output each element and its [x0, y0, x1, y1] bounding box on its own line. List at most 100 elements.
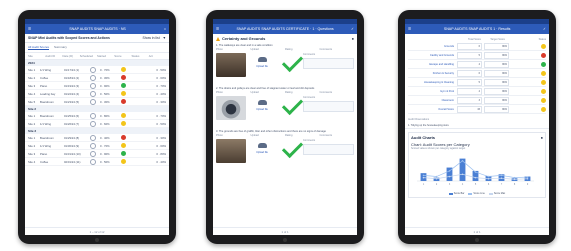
upload-link[interactable]: Upload file [256, 65, 268, 68]
table-row[interactable]: Site 1 1/1 Wing 01/17/24 (1) 0 · 70% 0 · 50% [25, 66, 169, 74]
table-row[interactable]: Site 5 Boardroom 01/23/24 (5) 0 · 30% 0 · 30… [25, 98, 169, 106]
cell-scheduled [88, 142, 98, 149]
series-2-point-4[interactable] [461, 173, 464, 176]
section-title: Certainty and Grounds [222, 36, 266, 41]
series-1-point-2[interactable] [435, 175, 438, 178]
col-act[interactable]: Act [149, 54, 166, 58]
status-dot [541, 61, 546, 67]
legend-item[interactable]: Score Line [468, 192, 485, 195]
table-row[interactable]: Site 4 Loading bay 01/22/24 (4) 0 · 50% 0 · … [25, 90, 169, 98]
result-target: 80% [484, 87, 509, 95]
upload-link[interactable]: Upload file [256, 151, 268, 154]
rating-pass[interactable] [278, 136, 304, 159]
cell-status [118, 67, 128, 72]
series-1-point-8[interactable] [513, 176, 516, 179]
cell-audit-id: Coffee [40, 75, 49, 80]
observations-heading: Audit Observations [408, 118, 430, 121]
series-2-point-9[interactable] [526, 177, 529, 180]
filter-icon[interactable]: ▼ [163, 36, 166, 40]
comment-label: Comments [303, 53, 316, 56]
home-icon[interactable]: ⌂ [164, 24, 166, 34]
table-row[interactable]: Site 3 Piano 01/19/24 (3) 0 · 90% 0 · 70% [25, 82, 169, 90]
check-icon[interactable]: ✓ [543, 24, 546, 34]
col-date[interactable]: Date (D) [63, 54, 80, 58]
legend-item[interactable]: Score Bar [448, 192, 464, 195]
rating-pass[interactable] [278, 93, 304, 116]
results-row: Facility and Grounds 5 80% [408, 51, 546, 60]
legend-item[interactable]: Score Max [488, 192, 505, 195]
series-1-point-4[interactable] [461, 160, 464, 162]
series-1-point-6[interactable] [487, 175, 490, 178]
series-1-point-5[interactable] [474, 171, 477, 173]
series-2-point-3[interactable] [448, 175, 451, 178]
table-row[interactable]: Site 1 Boardroom 01/25/24 (6) 0 · 80% 0 · 70… [25, 112, 169, 120]
cell-status [118, 159, 128, 164]
cell-audit-id: 1/1 Wing [40, 121, 52, 126]
table-row[interactable]: Site 3 Piano 01/31/24 (10) 0 · 90% 0 · 80% [25, 150, 169, 158]
col-status[interactable]: Status [132, 54, 149, 58]
table-row[interactable]: Site 2 1/1 Wing 01/30/24 (9) 0 · 70% 0 · 60% [25, 142, 169, 150]
cloud-upload-icon[interactable] [257, 143, 267, 148]
series-2-point-8[interactable] [513, 178, 516, 181]
col-site[interactable]: Site [28, 54, 45, 58]
pager-text: 1 of 1 [473, 229, 481, 234]
col-started[interactable]: Started [97, 54, 114, 58]
upload-area[interactable]: Upload file [249, 96, 275, 111]
bar-4[interactable] [459, 158, 466, 181]
cell-act: 0 · 30% [156, 99, 166, 104]
col-audit-id[interactable]: Audit ID [45, 54, 62, 58]
cell-act: 0 · 60% [156, 75, 166, 80]
series-1-point-9[interactable] [526, 176, 529, 178]
col-score[interactable]: Score [114, 54, 131, 58]
tab-summary[interactable]: Summary [54, 45, 67, 50]
info-icon[interactable]: ● [352, 36, 354, 41]
cell-act: 0 · 40% [156, 91, 166, 96]
rating-pass[interactable] [278, 50, 304, 73]
question-photo[interactable] [216, 139, 246, 163]
comment-input[interactable] [303, 144, 354, 155]
info-icon[interactable]: ● [541, 135, 543, 140]
cloud-upload-icon[interactable] [257, 57, 267, 62]
comment-input[interactable] [303, 101, 354, 112]
table-row[interactable]: Site 2 Coffee 01/18/24 (2) 0 · 30% 0 · 60% [25, 74, 169, 82]
comment-input[interactable] [303, 58, 354, 69]
col-scheduled[interactable]: Scheduled [80, 54, 97, 58]
cell-status [118, 75, 128, 80]
result-target: 80% [484, 51, 509, 59]
series-1-point-1[interactable] [422, 174, 425, 177]
tablet-3-screen: ☰ SNAP AUDITS SNAP AUDITS 1 · Results ✓ … [405, 19, 549, 235]
question-photo[interactable] [216, 96, 246, 120]
cloud-upload-icon[interactable] [257, 100, 267, 105]
cell-date: 01/22/24 (4) [64, 91, 80, 96]
filter-label[interactable]: Show in list [142, 36, 159, 40]
table-row[interactable]: Site 2 1/1 Wing 01/26/24 (7) 0 · 60% 0 · 50% [25, 120, 169, 128]
menu-icon[interactable]: ☰ [28, 24, 31, 34]
check-icon[interactable]: ✓ [351, 24, 354, 34]
status-dot [120, 91, 126, 96]
series-2-point-1[interactable] [422, 176, 425, 179]
cell-scheduled [88, 66, 98, 73]
series-1-point-3[interactable] [448, 170, 451, 172]
cell-act: 0 · 60% [156, 143, 166, 148]
series-2-point-6[interactable] [487, 177, 490, 180]
upload-area[interactable]: Upload file [249, 53, 275, 68]
table-row[interactable]: Site 1 Boardroom 01/29/24 (8) 0 · 40% 0 · 30… [25, 134, 169, 142]
question-columns: Photo Upload Rating Comments [213, 48, 357, 51]
menu-icon[interactable]: ☰ [216, 24, 219, 34]
series-1-point-7[interactable] [500, 174, 503, 177]
menu-icon[interactable]: ☰ [408, 24, 411, 34]
cell-act: 0 · 50% [156, 67, 166, 72]
result-total: 6 [457, 69, 482, 77]
upload-area[interactable]: Upload file [249, 139, 275, 154]
question-column-label: Upload [250, 48, 259, 51]
upload-link[interactable]: Upload file [256, 108, 268, 111]
cell-score: 0 · 70% [100, 67, 110, 72]
series-2-point-7[interactable] [500, 177, 503, 179]
table-row[interactable]: Site 4 Coffee 02/01/24 (11) 0 · 50% 0 · 40% [25, 158, 169, 166]
series-2-point-2[interactable] [435, 177, 438, 180]
results-row: Classroom 3 80% [408, 96, 546, 105]
question-photo[interactable] [216, 53, 246, 77]
tablet-audit-list: ☰ SNAP AUDITS SNAP AUDITS · NS ⌂ SNAP Mi… [18, 10, 176, 244]
series-2-point-5[interactable] [474, 176, 477, 179]
tab-all-scores[interactable]: All Audit Scores [28, 45, 50, 50]
